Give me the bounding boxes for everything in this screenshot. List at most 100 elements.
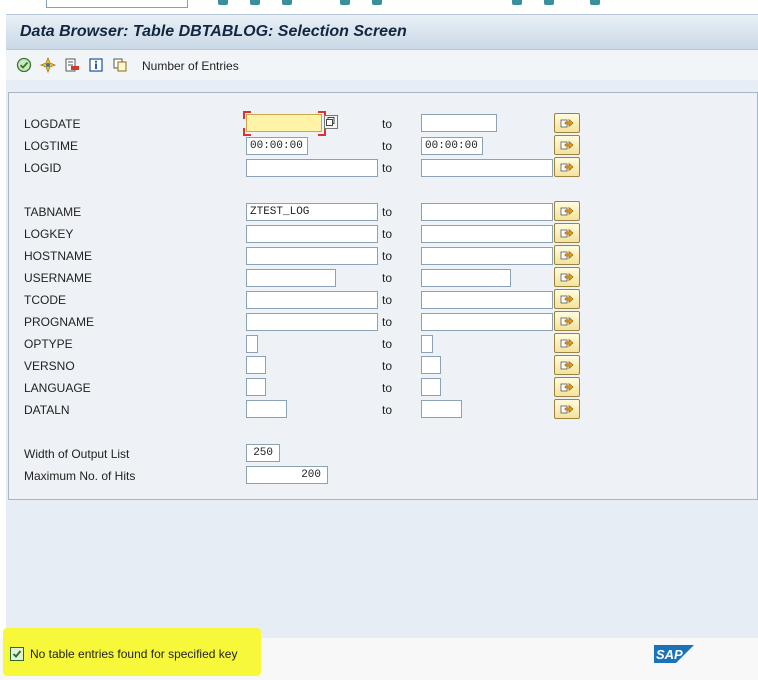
focus-corner <box>243 128 251 136</box>
versno-from-input[interactable] <box>246 356 266 374</box>
to-label: to <box>382 117 393 131</box>
field-label-dataln: DATALN <box>24 403 70 417</box>
username-to-input[interactable] <box>421 269 511 287</box>
information-button[interactable] <box>88 57 104 73</box>
logkey-from-input[interactable] <box>246 225 378 243</box>
maximum-no-of-hits-input[interactable]: 200 <box>246 466 328 484</box>
hostname-from-input[interactable] <box>246 247 378 265</box>
field-label-versno: VERSNO <box>24 359 75 373</box>
multiple-selection-button[interactable] <box>554 311 580 331</box>
application-toolbar: Number of Entries <box>6 50 758 80</box>
status-message[interactable]: No table entries found for specified key <box>10 645 237 663</box>
multiple-selection-icon <box>560 294 574 304</box>
multiple-selection-button[interactable] <box>554 113 580 133</box>
multiple-selection-button[interactable] <box>554 135 580 155</box>
progname-from-input[interactable] <box>246 313 378 331</box>
multiple-selection-button[interactable] <box>554 333 580 353</box>
to-label: to <box>382 381 393 395</box>
value-help-icon[interactable] <box>324 115 338 129</box>
to-label: to <box>382 293 393 307</box>
to-label: to <box>382 161 393 175</box>
tcode-from-input[interactable] <box>246 291 378 309</box>
toolbar-icon[interactable] <box>218 0 228 5</box>
optype-to-input[interactable] <box>421 335 433 353</box>
logtime-to-input[interactable]: 00:00:00 <box>421 137 483 155</box>
optype-from-input[interactable] <box>246 335 258 353</box>
copy-button[interactable] <box>112 57 128 73</box>
logkey-to-input[interactable] <box>421 225 553 243</box>
toolbar-icon[interactable] <box>250 0 260 5</box>
multiple-selection-button[interactable] <box>554 399 580 419</box>
page-title: Data Browser: Table DBTABLOG: Selection … <box>20 23 407 40</box>
multiple-selection-button[interactable] <box>554 223 580 243</box>
field-label-logdate: LOGDATE <box>24 117 81 131</box>
multiple-selection-icon <box>560 228 574 238</box>
checkmark-icon <box>10 647 24 661</box>
field-label-tcode: TCODE <box>24 293 66 307</box>
field-label-logkey: LOGKEY <box>24 227 74 241</box>
status-message-text: No table entries found for specified key <box>30 647 238 661</box>
number-of-entries-button[interactable]: Number of Entries <box>142 59 239 73</box>
language-to-input[interactable] <box>421 378 441 396</box>
logdate-from-input[interactable] <box>246 114 322 132</box>
toolbar-icon[interactable] <box>544 0 554 5</box>
multiple-selection-icon <box>560 272 574 282</box>
tabname-to-input[interactable] <box>421 203 553 221</box>
title-bar: Data Browser: Table DBTABLOG: Selection … <box>6 14 758 50</box>
to-label: to <box>382 403 393 417</box>
to-label: to <box>382 139 393 153</box>
multiple-selection-button[interactable] <box>554 201 580 221</box>
tcode-to-input[interactable] <box>421 291 553 309</box>
multiple-selection-button[interactable] <box>554 267 580 287</box>
multiple-selection-button[interactable] <box>554 377 580 397</box>
top-toolbar-strip <box>0 0 758 10</box>
delete-row-icon <box>65 58 79 72</box>
toolbar-icon[interactable] <box>282 0 292 5</box>
focus-corner <box>243 111 251 119</box>
logdate-to-input[interactable] <box>421 114 497 132</box>
multiple-selection-button[interactable] <box>554 355 580 375</box>
toolbar-icon[interactable] <box>512 0 522 5</box>
multiple-selection-button[interactable] <box>554 245 580 265</box>
toolbar-icon[interactable] <box>372 0 382 5</box>
field-label-logtime: LOGTIME <box>24 139 79 153</box>
execute-icon <box>16 57 32 73</box>
logid-to-input[interactable] <box>421 159 553 177</box>
selection-options-button[interactable] <box>40 57 56 73</box>
multiple-selection-icon <box>560 360 574 370</box>
to-label: to <box>382 271 393 285</box>
information-icon <box>89 58 103 72</box>
field-label-tabname: TABNAME <box>24 205 82 219</box>
width-of-output-list-label: Width of Output List <box>24 447 130 461</box>
username-from-input[interactable] <box>246 269 336 287</box>
multiple-selection-icon <box>560 118 574 128</box>
width-of-output-list-input[interactable]: 250 <box>246 444 280 462</box>
multiple-selection-icon <box>560 338 574 348</box>
tabname-from-input[interactable]: ZTEST_LOG <box>246 203 378 221</box>
multiple-selection-icon <box>560 250 574 260</box>
focus-corner <box>318 128 326 136</box>
progname-to-input[interactable] <box>421 313 553 331</box>
dataln-to-input[interactable] <box>421 400 462 418</box>
to-label: to <box>382 337 393 351</box>
language-from-input[interactable] <box>246 378 266 396</box>
logid-from-input[interactable] <box>246 159 378 177</box>
multiple-selection-button[interactable] <box>554 289 580 309</box>
delete-row-button[interactable] <box>64 57 80 73</box>
field-label-optype: OPTYPE <box>24 337 73 351</box>
to-label: to <box>382 205 393 219</box>
field-label-language: LANGUAGE <box>24 381 91 395</box>
multiple-selection-icon <box>560 140 574 150</box>
toolbar-icon[interactable] <box>590 0 600 5</box>
hostname-to-input[interactable] <box>421 247 553 265</box>
copy-icon <box>113 58 127 72</box>
toolbar-icon[interactable] <box>340 0 350 5</box>
execute-button[interactable] <box>16 57 32 73</box>
dataln-from-input[interactable] <box>246 400 287 418</box>
multiple-selection-button[interactable] <box>554 157 580 177</box>
logtime-from-input[interactable]: 00:00:00 <box>246 137 308 155</box>
multiple-selection-icon <box>560 316 574 326</box>
command-field[interactable] <box>46 0 188 8</box>
field-label-progname: PROGNAME <box>24 315 95 329</box>
versno-to-input[interactable] <box>421 356 441 374</box>
